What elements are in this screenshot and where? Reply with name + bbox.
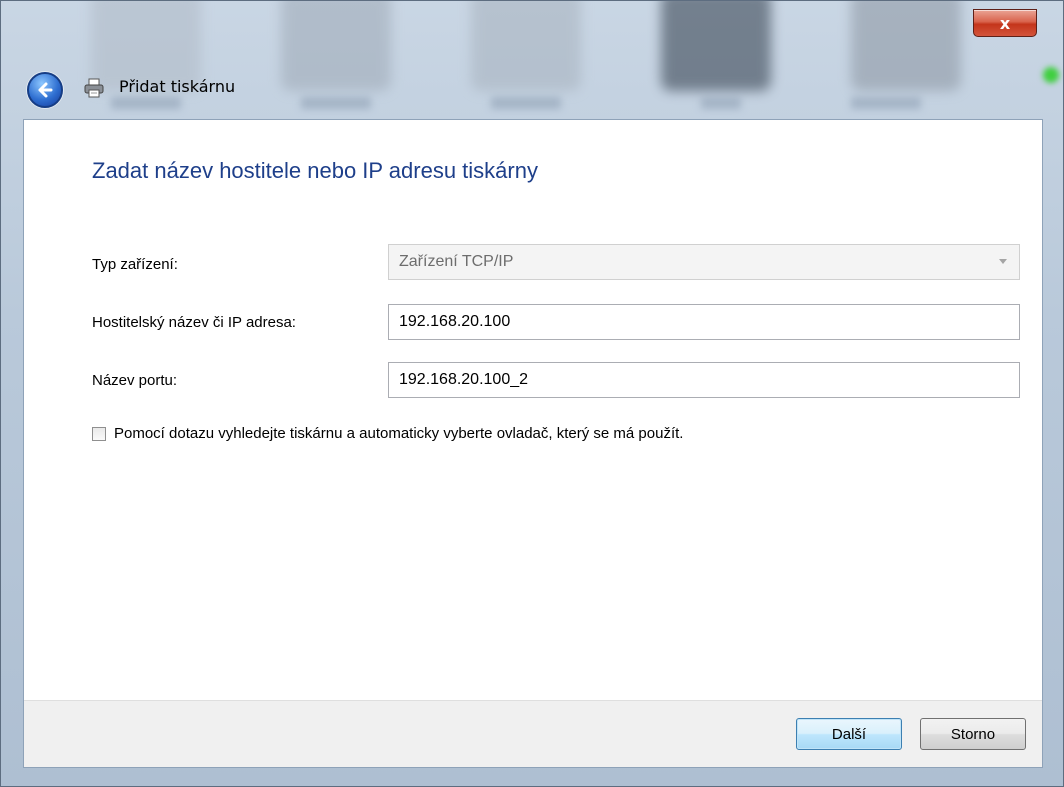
auto-query-option[interactable]: Pomocí dotazu vyhledejte tiskárnu a auto… <box>92 425 683 442</box>
port-name-input[interactable]: 192.168.20.100_2 <box>388 362 1020 398</box>
hostname-label: Hostitelský název či IP adresa: <box>92 314 296 331</box>
page-heading: Zadat název hostitele nebo IP adresu tis… <box>92 158 538 183</box>
wizard-page: Zadat název hostitele nebo IP adresu tis… <box>23 119 1043 768</box>
glass-background <box>1 1 1063 119</box>
button-bar: Další Storno <box>24 700 1042 767</box>
device-type-label: Typ zařízení: <box>92 256 178 273</box>
port-name-value: 192.168.20.100_2 <box>399 371 529 388</box>
port-name-label: Název portu: <box>92 372 178 389</box>
next-button[interactable]: Další <box>796 718 902 750</box>
close-icon: x <box>999 13 1011 33</box>
hostname-input[interactable]: 192.168.20.100 <box>388 304 1020 340</box>
window-title: Přidat tiskárnu <box>119 77 236 96</box>
back-arrow-icon <box>38 82 53 98</box>
auto-query-label: Pomocí dotazu vyhledejte tiskárnu a auto… <box>114 425 684 442</box>
back-button[interactable] <box>27 72 63 108</box>
auto-query-checkbox[interactable] <box>92 426 106 441</box>
device-type-value: Zařízení TCP/IP <box>399 253 514 270</box>
blurred-label <box>701 97 741 109</box>
blurred-label <box>111 97 181 109</box>
blurred-label <box>301 97 371 109</box>
cancel-button[interactable]: Storno <box>920 718 1026 750</box>
blurred-device-4 <box>661 1 771 91</box>
close-button[interactable]: x <box>973 9 1037 37</box>
blurred-device-3 <box>471 1 581 91</box>
blurred-status-dot <box>1043 67 1059 83</box>
add-printer-window: x Přidat tiskárnu Zadat název hostitele … <box>0 0 1064 787</box>
chevron-down-icon <box>999 259 1007 264</box>
blurred-device-2 <box>281 1 391 91</box>
blurred-device-5 <box>851 1 961 91</box>
device-type-select: Zařízení TCP/IP <box>388 244 1020 280</box>
hostname-value: 192.168.20.100 <box>399 313 511 330</box>
blurred-label <box>851 97 921 109</box>
printer-icon <box>84 78 104 98</box>
blurred-label <box>491 97 561 109</box>
